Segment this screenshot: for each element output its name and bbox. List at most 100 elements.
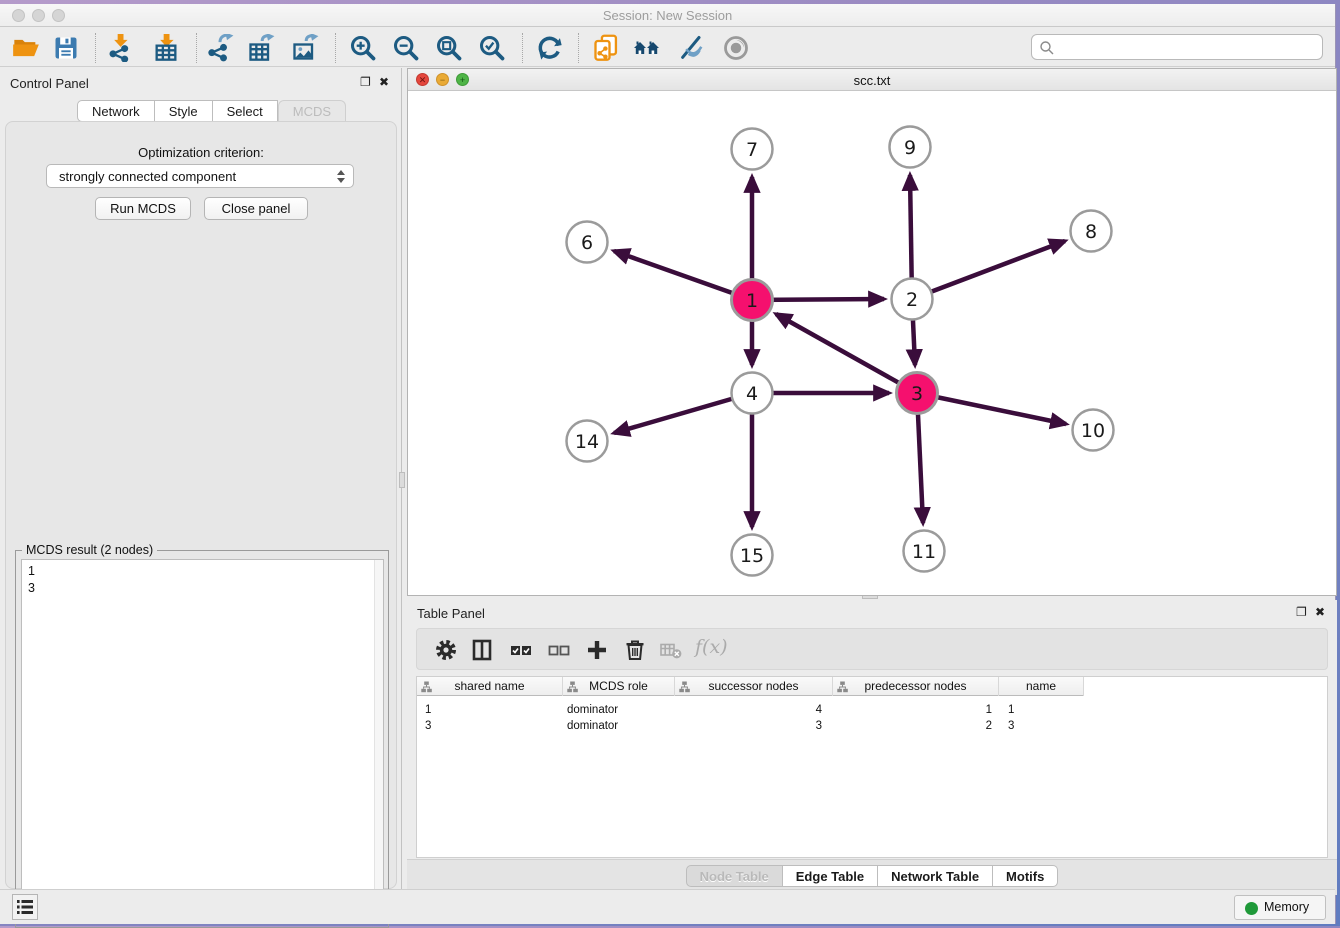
select-all-icon[interactable] bbox=[509, 638, 533, 662]
graph-node-label: 8 bbox=[1085, 221, 1097, 243]
column-header-mcds-role[interactable]: MCDS role bbox=[563, 677, 675, 696]
window-title: Session: New Session bbox=[0, 8, 1335, 23]
network-view-window: ✕ − + scc.txt bbox=[407, 68, 1337, 596]
column-header-successor-nodes[interactable]: successor nodes bbox=[675, 677, 833, 696]
import-table-icon[interactable] bbox=[152, 34, 180, 62]
graph-node-label: 3 bbox=[911, 383, 923, 405]
cell-shared-name: 1 bbox=[425, 702, 431, 718]
cell-shared-name: 3 bbox=[425, 718, 431, 734]
result-line: 1 bbox=[28, 563, 383, 580]
delete-table-icon[interactable] bbox=[659, 638, 683, 662]
graph-node-label: 1 bbox=[746, 290, 758, 312]
column-type-icon bbox=[567, 681, 578, 693]
cell-predecessor-nodes: 1 bbox=[837, 702, 992, 718]
table-row[interactable]: 1 dominator 4 1 1 bbox=[417, 702, 1087, 718]
close-panel-icon[interactable]: ✖ bbox=[379, 76, 391, 88]
vertical-splitter-grip[interactable] bbox=[399, 472, 405, 488]
optimization-criterion-label: Optimization criterion: bbox=[6, 145, 396, 160]
graph-edges bbox=[614, 175, 1066, 527]
network-canvas[interactable]: 7 9 6 8 1 2 4 3 14 10 15 11 bbox=[408, 91, 1336, 595]
table-close-icon[interactable]: ✖ bbox=[1315, 606, 1327, 618]
tab-node-table[interactable]: Node Table bbox=[686, 865, 783, 887]
table-panel-title: Table Panel bbox=[417, 606, 485, 621]
graph-node-label: 15 bbox=[740, 545, 764, 567]
delete-column-trash-icon[interactable] bbox=[623, 638, 647, 662]
dropdown-stepper-icon bbox=[334, 168, 349, 185]
memory-label: Memory bbox=[1264, 900, 1309, 914]
column-header-name[interactable]: name bbox=[999, 677, 1084, 696]
add-column-icon[interactable] bbox=[585, 638, 609, 662]
edge-3-1[interactable] bbox=[776, 314, 917, 393]
memory-button[interactable]: Memory bbox=[1234, 895, 1326, 920]
zoom-fit-icon[interactable] bbox=[435, 34, 463, 62]
function-builder-icon[interactable]: f(x) bbox=[695, 636, 728, 658]
table-settings-gear-icon[interactable] bbox=[434, 638, 458, 662]
save-session-icon[interactable] bbox=[52, 34, 80, 62]
table-row[interactable]: 3 dominator 3 2 3 bbox=[417, 718, 1087, 734]
cell-successor-nodes: 3 bbox=[677, 718, 822, 734]
tab-motifs[interactable]: Motifs bbox=[993, 865, 1058, 887]
search-input[interactable] bbox=[1058, 37, 1313, 57]
graph-node-label: 6 bbox=[581, 232, 593, 254]
run-mcds-button[interactable]: Run MCDS bbox=[95, 197, 191, 220]
mcds-result-title: MCDS result (2 nodes) bbox=[22, 543, 157, 557]
network-title-bar: ✕ − + scc.txt bbox=[408, 69, 1336, 91]
close-panel-button[interactable]: Close panel bbox=[204, 197, 308, 220]
control-panel-title: Control Panel bbox=[10, 76, 89, 91]
search-field[interactable] bbox=[1031, 34, 1323, 60]
tab-network-table[interactable]: Network Table bbox=[878, 865, 993, 887]
column-type-icon bbox=[679, 681, 690, 693]
tab-select[interactable]: Select bbox=[213, 100, 278, 122]
list-icon bbox=[13, 895, 37, 919]
table-header-row: shared name MCDS role successor nodes pr… bbox=[417, 677, 1084, 696]
graph-node-label: 7 bbox=[746, 139, 758, 161]
export-table-icon[interactable] bbox=[247, 34, 275, 62]
show-all-icon[interactable] bbox=[722, 34, 750, 62]
status-bar: Memory bbox=[0, 889, 1335, 924]
edge-2-8[interactable] bbox=[912, 241, 1065, 299]
clone-network-icon[interactable] bbox=[592, 34, 620, 62]
table-panel: Table Panel ❐ ✖ bbox=[407, 600, 1337, 895]
column-type-icon bbox=[837, 681, 848, 693]
main-title-bar: Session: New Session bbox=[0, 4, 1335, 27]
mcds-result-list[interactable]: 1 3 bbox=[21, 559, 384, 923]
graph-node-label: 10 bbox=[1081, 420, 1105, 442]
cell-name: 1 bbox=[1008, 702, 1014, 718]
refresh-layout-icon[interactable] bbox=[536, 34, 564, 62]
deselect-all-icon[interactable] bbox=[547, 638, 571, 662]
show-columns-icon[interactable] bbox=[470, 638, 494, 662]
task-history-button[interactable] bbox=[12, 894, 38, 920]
zoom-out-icon[interactable] bbox=[392, 34, 420, 62]
graph-node-label: 11 bbox=[912, 541, 936, 563]
export-image-icon[interactable] bbox=[291, 34, 319, 62]
export-network-icon[interactable] bbox=[206, 34, 234, 62]
search-icon bbox=[1039, 40, 1055, 56]
application-window: Session: New Session bbox=[0, 4, 1336, 924]
result-line: 3 bbox=[28, 580, 383, 597]
zoom-selected-icon[interactable] bbox=[478, 34, 506, 62]
zoom-in-icon[interactable] bbox=[349, 34, 377, 62]
mcds-panel: Optimization criterion: strongly connect… bbox=[5, 121, 397, 889]
edge-3-10[interactable] bbox=[917, 393, 1066, 424]
control-panel: Control Panel ❐ ✖ Network Style Select M… bbox=[0, 68, 402, 895]
column-header-predecessor-nodes[interactable]: predecessor nodes bbox=[833, 677, 999, 696]
cell-mcds-role: dominator bbox=[567, 718, 618, 734]
result-scrollbar[interactable] bbox=[374, 560, 383, 922]
float-panel-icon[interactable]: ❐ bbox=[360, 76, 372, 88]
table-float-icon[interactable]: ❐ bbox=[1296, 606, 1308, 618]
cell-successor-nodes: 4 bbox=[677, 702, 822, 718]
criterion-dropdown[interactable]: strongly connected component bbox=[46, 164, 354, 188]
hide-selected-icon[interactable] bbox=[678, 34, 706, 62]
import-network-icon[interactable] bbox=[106, 34, 134, 62]
network-graph: 7 9 6 8 1 2 4 3 14 10 15 11 bbox=[408, 91, 1336, 595]
column-header-shared-name[interactable]: shared name bbox=[417, 677, 563, 696]
node-table: shared name MCDS role successor nodes pr… bbox=[416, 676, 1328, 858]
tab-edge-table[interactable]: Edge Table bbox=[783, 865, 878, 887]
tab-network[interactable]: Network bbox=[77, 100, 155, 122]
mcds-result-group: MCDS result (2 nodes) 1 3 bbox=[15, 550, 389, 928]
first-neighbors-icon[interactable] bbox=[633, 34, 661, 62]
cell-mcds-role: dominator bbox=[567, 702, 618, 718]
tab-style[interactable]: Style bbox=[155, 100, 213, 122]
open-session-icon[interactable] bbox=[12, 34, 40, 62]
graph-node-label: 9 bbox=[904, 137, 916, 159]
